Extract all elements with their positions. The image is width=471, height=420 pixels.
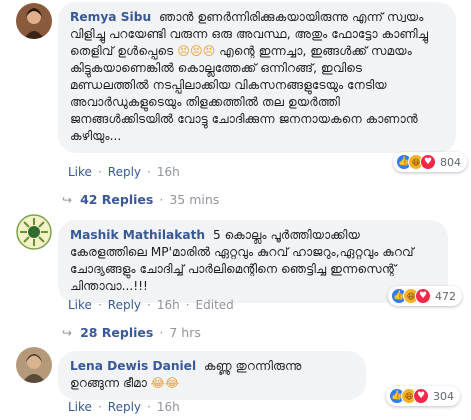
separator-dot: ·: [97, 400, 102, 414]
replies-time: 35 mins: [169, 192, 220, 207]
reactions-summary[interactable]: 👍 😆 ♥ 304: [386, 386, 460, 406]
separator-dot: ·: [159, 192, 164, 207]
view-replies[interactable]: ↪ 42 Replies · 35 mins: [62, 192, 219, 207]
separator-dot: ·: [147, 298, 151, 312]
love-reaction-icon: ♥: [415, 288, 431, 304]
comment-actions: Like · Reply · 16h: [68, 165, 180, 179]
reactions-summary[interactable]: 👍 😆 ♥ 804: [393, 152, 467, 172]
love-reaction-icon: ♥: [420, 154, 436, 170]
comment-time[interactable]: 16h: [157, 165, 180, 179]
like-link[interactable]: Like: [68, 400, 92, 414]
separator-dot: ·: [147, 400, 151, 414]
avatar[interactable]: [16, 3, 52, 39]
like-link[interactable]: Like: [68, 298, 92, 312]
reactions-summary[interactable]: 👍 😆 ♥ 472: [388, 286, 462, 306]
reaction-count: 304: [433, 389, 454, 403]
comment-emoji: 😂😂: [150, 376, 180, 390]
reaction-count: 804: [440, 155, 461, 169]
commenter-name[interactable]: Remya Sibu: [70, 10, 151, 24]
replies-time: 7 hrs: [169, 325, 201, 340]
comment-time[interactable]: 16h: [157, 400, 180, 414]
replies-count-link[interactable]: 42 Replies: [80, 192, 153, 207]
reply-link[interactable]: Reply: [108, 298, 141, 312]
edited-label[interactable]: Edited: [196, 298, 234, 312]
separator-dot: ·: [97, 165, 102, 179]
like-link[interactable]: Like: [68, 165, 92, 179]
separator-dot: ·: [159, 325, 164, 340]
comment-actions: Like · Reply · 16h · Edited: [68, 298, 234, 312]
comment-bubble: Remya Sibu ഞാൻ ഉണർന്നിരിക്കുകയായിരുന്നു …: [58, 2, 456, 153]
comment-emoji: 😣😣😣: [177, 44, 216, 58]
reply-link[interactable]: Reply: [108, 165, 141, 179]
avatar[interactable]: [16, 347, 52, 383]
reaction-count: 472: [435, 289, 456, 303]
commenter-name[interactable]: Mashik Mathilakath: [70, 228, 205, 242]
separator-dot: ·: [185, 298, 190, 312]
reply-arrow-icon: ↪: [62, 325, 73, 340]
love-reaction-icon: ♥: [413, 388, 429, 404]
avatar[interactable]: [16, 214, 52, 250]
reply-link[interactable]: Reply: [108, 400, 141, 414]
separator-dot: ·: [97, 298, 102, 312]
replies-count-link[interactable]: 28 Replies: [80, 325, 153, 340]
comment-time[interactable]: 16h: [157, 298, 180, 312]
view-replies[interactable]: ↪ 28 Replies · 7 hrs: [62, 325, 201, 340]
comment-bubble: Lena Dewis Daniel കണ്ണു തുറന്നിരുന്നു ഉറ…: [58, 351, 366, 400]
comment-actions: Like · Reply · 16h: [68, 400, 180, 414]
reply-arrow-icon: ↪: [62, 192, 73, 207]
separator-dot: ·: [147, 165, 151, 179]
commenter-name[interactable]: Lena Dewis Daniel: [70, 359, 196, 373]
comment-text-continued: എന്റെ ഇന്നച്ചാ, ഇങ്ങൾക്ക് സമയം കിട്ടുകയാ…: [70, 44, 422, 143]
